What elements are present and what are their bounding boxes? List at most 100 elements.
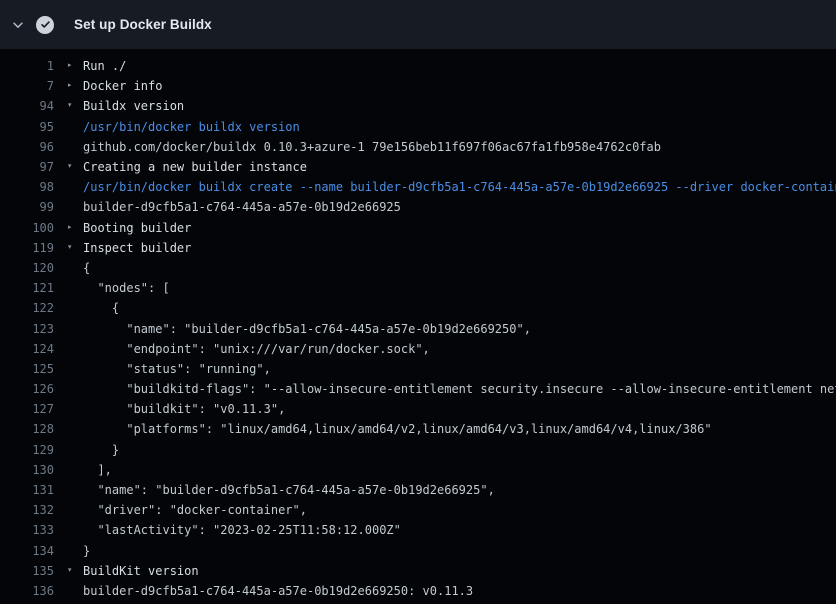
line-number[interactable]: 97	[0, 160, 54, 174]
log-line-text: builder-d9cfb5a1-c764-445a-a57e-0b19d2e6…	[83, 200, 401, 214]
triangle-collapsed-icon[interactable]: ▸	[67, 223, 72, 232]
log-line-text: Docker info	[83, 79, 162, 93]
line-number[interactable]: 95	[0, 120, 54, 134]
log-line: 95/usr/bin/docker buildx version	[0, 117, 836, 137]
log-line-text: }	[83, 544, 90, 558]
log-group-header[interactable]: ▾ BuildKit version	[54, 564, 199, 578]
log-line: 133 "lastActivity": "2023-02-25T11:58:12…	[0, 520, 836, 540]
log-text: "buildkit": "v0.11.3",	[54, 402, 285, 416]
log-line: 7 ▸ Docker info	[0, 76, 836, 96]
line-number[interactable]: 136	[0, 584, 54, 598]
log-line-text: builder-d9cfb5a1-c764-445a-a57e-0b19d2e6…	[83, 584, 473, 598]
log-text: {	[54, 261, 90, 275]
line-number[interactable]: 122	[0, 301, 54, 315]
triangle-expanded-icon[interactable]: ▾	[67, 243, 72, 252]
line-number[interactable]: 133	[0, 523, 54, 537]
line-number[interactable]: 7	[0, 79, 54, 93]
log-line-text: Booting builder	[83, 221, 191, 235]
log-line: 96github.com/docker/buildx 0.10.3+azure-…	[0, 137, 836, 157]
log-line: 128 "platforms": "linux/amd64,linux/amd6…	[0, 419, 836, 439]
line-number[interactable]: 128	[0, 422, 54, 436]
log-group-header[interactable]: ▸Run ./	[54, 59, 126, 73]
triangle-expanded-icon[interactable]: ▾	[67, 162, 72, 171]
log-line: 100 ▸ Booting builder	[0, 218, 836, 238]
triangle-expanded-icon[interactable]: ▾	[67, 566, 72, 575]
log-line-text: "lastActivity": "2023-02-25T11:58:12.000…	[83, 523, 401, 537]
log-line-text: "status": "running",	[83, 362, 271, 376]
log-group-header[interactable]: ▾Inspect builder	[54, 241, 191, 255]
line-number[interactable]: 94	[0, 99, 54, 113]
log-group-header[interactable]: ▸ Docker info	[54, 79, 162, 93]
chevron-down-icon[interactable]	[0, 0, 36, 49]
log-text: "driver": "docker-container",	[54, 503, 307, 517]
line-number[interactable]: 120	[0, 261, 54, 275]
line-number[interactable]: 98	[0, 180, 54, 194]
line-number[interactable]: 132	[0, 503, 54, 517]
log-line: 94 ▾ Buildx version	[0, 96, 836, 116]
log-line: 126 "buildkitd-flags": "--allow-insecure…	[0, 379, 836, 399]
log-text: "name": "builder-d9cfb5a1-c764-445a-a57e…	[54, 483, 495, 497]
log-line-text: "name": "builder-d9cfb5a1-c764-445a-a57e…	[83, 322, 531, 336]
step-title: Set up Docker Buildx	[74, 17, 212, 32]
line-number[interactable]: 121	[0, 281, 54, 295]
line-number[interactable]: 125	[0, 362, 54, 376]
log-text: builder-d9cfb5a1-c764-445a-a57e-0b19d2e6…	[54, 584, 473, 598]
triangle-collapsed-icon[interactable]: ▸	[67, 61, 72, 70]
log-group-header[interactable]: ▾ Buildx version	[54, 99, 184, 113]
log-line: 123 "name": "builder-d9cfb5a1-c764-445a-…	[0, 318, 836, 338]
line-number[interactable]: 99	[0, 200, 54, 214]
triangle-collapsed-icon[interactable]: ▸	[67, 82, 72, 91]
log-line-text: "nodes": [	[83, 281, 170, 295]
line-number[interactable]: 126	[0, 382, 54, 396]
log-line: 124 "endpoint": "unix:///var/run/docker.…	[0, 339, 836, 359]
step-header[interactable]: Set up Docker Buildx	[0, 0, 836, 49]
log-group-header[interactable]: ▸ Booting builder	[54, 221, 191, 235]
line-number[interactable]: 130	[0, 463, 54, 477]
log-text: }	[54, 443, 119, 457]
log-text: "endpoint": "unix:///var/run/docker.sock…	[54, 342, 430, 356]
line-number[interactable]: 134	[0, 544, 54, 558]
log-line-text: Creating a new builder instance	[83, 160, 307, 174]
log-line-text: "buildkit": "v0.11.3",	[83, 402, 285, 416]
log-line: 127 "buildkit": "v0.11.3",	[0, 399, 836, 419]
line-number[interactable]: 135	[0, 564, 54, 578]
log-line: 122 {	[0, 298, 836, 318]
line-number[interactable]: 1	[0, 59, 54, 73]
log-line: 97 ▾ Creating a new builder instance	[0, 157, 836, 177]
log-line-text: "platforms": "linux/amd64,linux/amd64/v2…	[83, 422, 712, 436]
log-text: "name": "builder-d9cfb5a1-c764-445a-a57e…	[54, 322, 531, 336]
line-number[interactable]: 131	[0, 483, 54, 497]
log-text: "nodes": [	[54, 281, 170, 295]
log-text: "platforms": "linux/amd64,linux/amd64/v2…	[54, 422, 712, 436]
line-number[interactable]: 119	[0, 241, 54, 255]
log-line-text: ],	[83, 463, 112, 477]
line-number[interactable]: 127	[0, 402, 54, 416]
log-text: builder-d9cfb5a1-c764-445a-a57e-0b19d2e6…	[54, 200, 401, 214]
log-text: "status": "running",	[54, 362, 271, 376]
log-viewer: 1▸Run ./7 ▸ Docker info 94 ▾ Buildx version 95…	[0, 49, 836, 601]
line-number[interactable]: 124	[0, 342, 54, 356]
log-text: }	[54, 544, 90, 558]
log-line: 119▾Inspect builder	[0, 238, 836, 258]
check-circle-icon	[36, 16, 54, 34]
log-line: 130 ],	[0, 460, 836, 480]
line-number[interactable]: 100	[0, 221, 54, 235]
line-number[interactable]: 123	[0, 322, 54, 336]
log-line-text: BuildKit version	[83, 564, 199, 578]
log-line: 120 {	[0, 258, 836, 278]
triangle-expanded-icon[interactable]: ▾	[67, 102, 72, 111]
log-group-header[interactable]: ▾ Creating a new builder instance	[54, 160, 307, 174]
line-number[interactable]: 96	[0, 140, 54, 154]
log-text: ],	[54, 463, 112, 477]
log-line-text: "endpoint": "unix:///var/run/docker.sock…	[83, 342, 430, 356]
log-line-text: {	[83, 261, 90, 275]
log-line-text: {	[83, 301, 119, 315]
log-line: 125 "status": "running",	[0, 359, 836, 379]
log-line-text: Buildx version	[83, 99, 184, 113]
line-number[interactable]: 129	[0, 443, 54, 457]
log-line-text: "name": "builder-d9cfb5a1-c764-445a-a57e…	[83, 483, 495, 497]
log-line-text: "buildkitd-flags": "--allow-insecure-ent…	[83, 382, 836, 396]
log-line: 134}	[0, 541, 836, 561]
log-line: 131 "name": "builder-d9cfb5a1-c764-445a-…	[0, 480, 836, 500]
log-line: 129 }	[0, 440, 836, 460]
